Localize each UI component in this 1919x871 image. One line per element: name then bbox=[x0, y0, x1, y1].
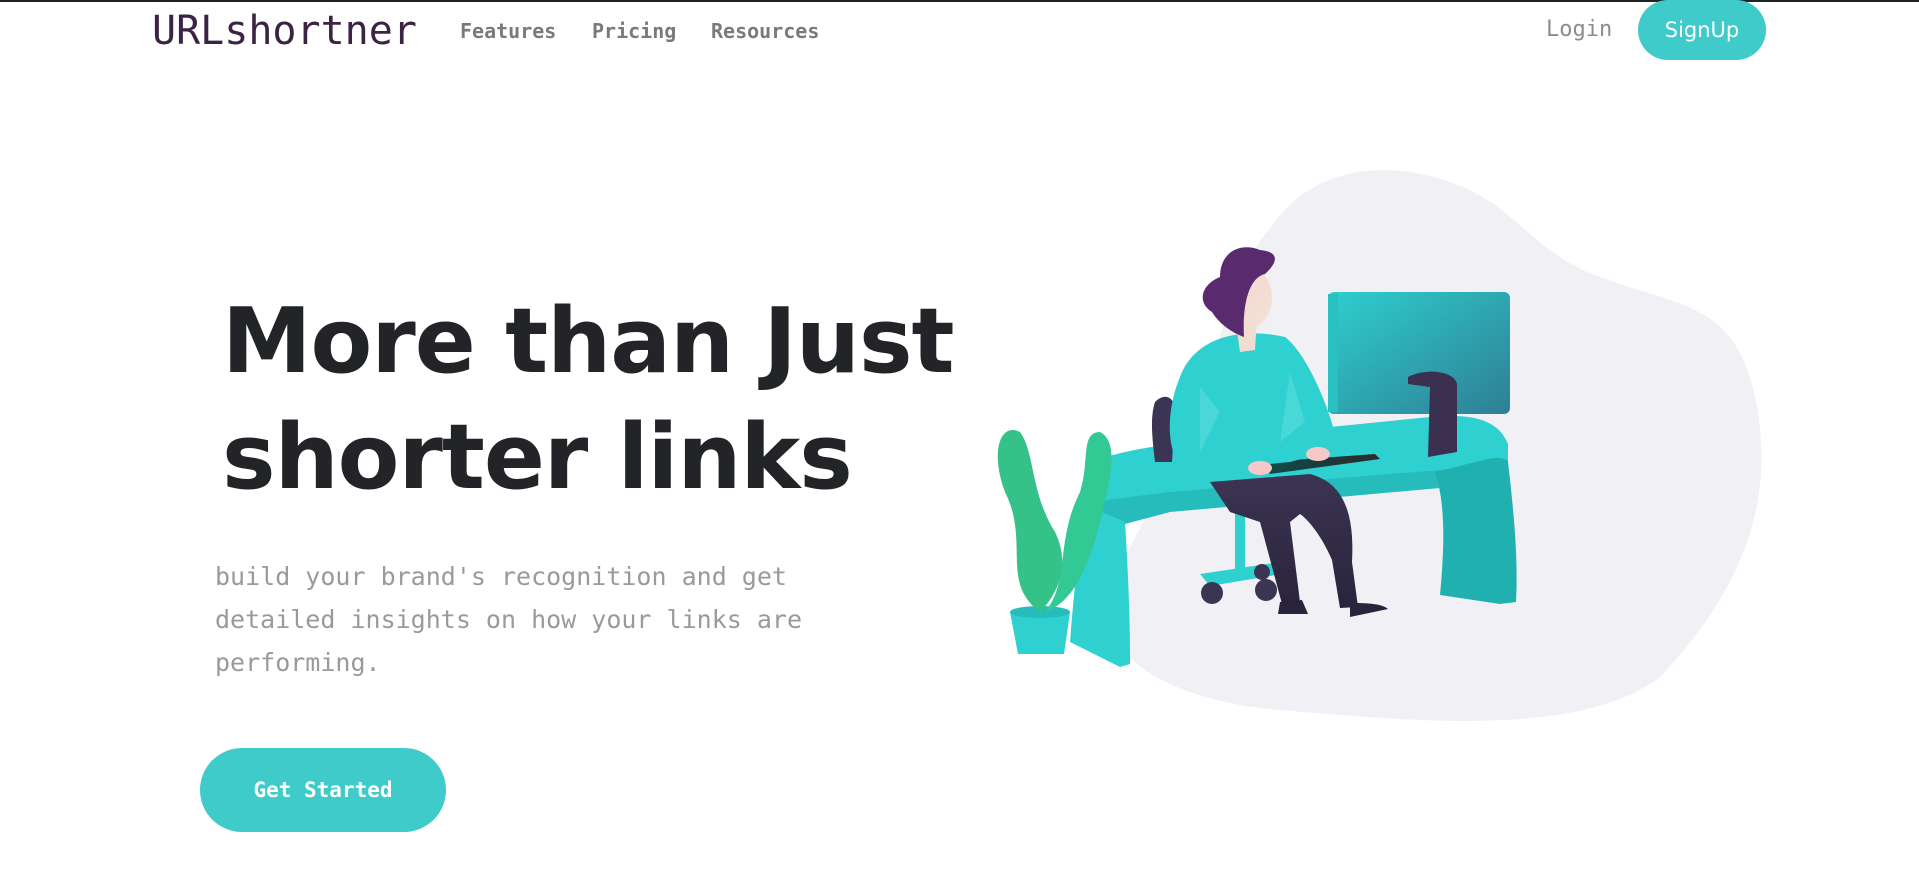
nav-link-features[interactable]: Features bbox=[460, 18, 556, 44]
headline-line-1: More than Just bbox=[222, 289, 955, 394]
person-working-at-desk-illustration bbox=[997, 170, 1762, 721]
hand-left bbox=[1248, 461, 1272, 475]
get-started-button[interactable]: Get Started bbox=[200, 748, 446, 832]
signup-button[interactable]: SignUp bbox=[1638, 0, 1766, 60]
hero-subtext: build your brand's recognition and get d… bbox=[215, 562, 802, 677]
nav-link-pricing[interactable]: Pricing bbox=[592, 18, 676, 44]
plant-pot bbox=[1010, 612, 1070, 654]
headline-line-2: shorter links bbox=[222, 405, 853, 510]
monitor-screen bbox=[1328, 292, 1510, 414]
plant-leaf-left bbox=[997, 430, 1063, 612]
desk-right-leg bbox=[1435, 457, 1517, 604]
hero-headline: More than Just shorter links bbox=[222, 284, 962, 516]
hand-right bbox=[1306, 447, 1330, 461]
login-link[interactable]: Login bbox=[1546, 17, 1612, 43]
nav-link-resources[interactable]: Resources bbox=[711, 18, 819, 44]
logo[interactable]: URLshortner bbox=[152, 6, 417, 56]
